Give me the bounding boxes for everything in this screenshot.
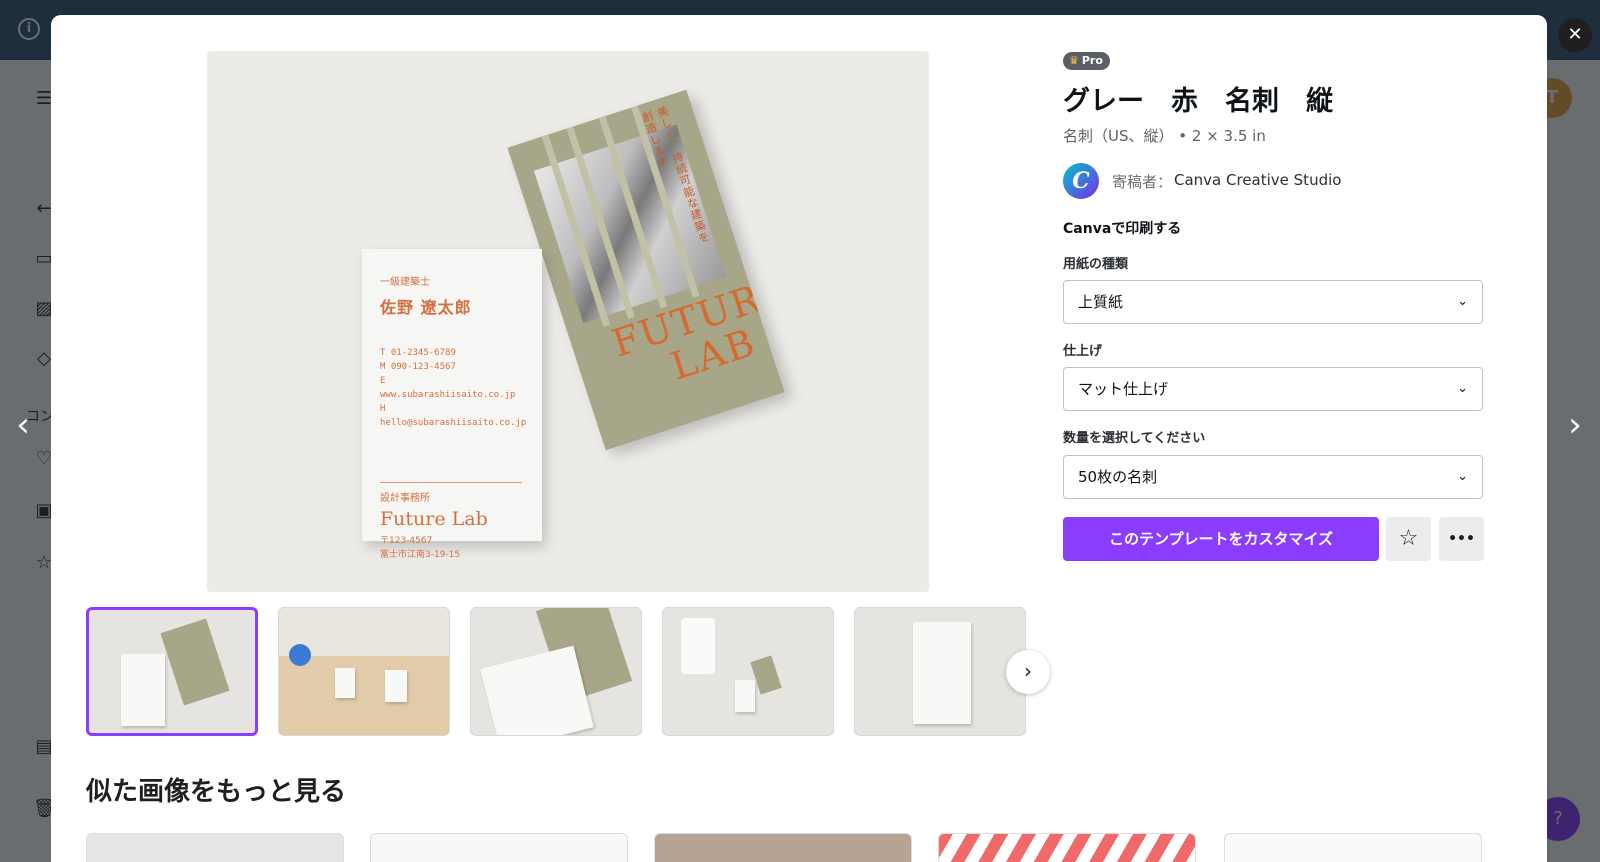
paper-type-value: 上質紙 [1078, 293, 1124, 311]
thumbnail-5[interactable] [854, 607, 1026, 736]
similar-template-5[interactable] [1224, 833, 1482, 862]
thumbnail-2[interactable] [278, 607, 450, 736]
thumb-card-front [480, 645, 594, 735]
card-divider [380, 482, 522, 483]
card-name: 佐野 遼太郎 [380, 298, 472, 317]
contributor-prefix: 寄稿者： [1112, 173, 1173, 191]
finish-label: 仕上げ [1063, 344, 1103, 359]
contributor-name-link[interactable]: Canva Creative Studio [1174, 171, 1341, 189]
thumbnail-1[interactable] [86, 607, 258, 736]
main-preview-image: 美しく、持続可能な建築を 創造します FUTURE LAB 一級建築士 佐野 遼… [207, 51, 929, 592]
similar-templates-strip [86, 833, 1486, 862]
card-address: 富士市江南3-19-15 [380, 550, 461, 560]
chevron-down-icon: ⌄ [1457, 381, 1468, 396]
card-website: E www.subarashiisaito.co.jp [380, 376, 516, 400]
thumbnail-4[interactable] [662, 607, 834, 736]
thumb-card-front [735, 680, 755, 712]
contributor-logo[interactable]: C [1063, 163, 1099, 199]
pro-badge: ♛ Pro [1063, 52, 1110, 70]
thumb-card-stack [385, 670, 407, 702]
thumbnail-next-button[interactable]: › [1006, 650, 1050, 694]
business-card-back: 美しく、持続可能な建築を 創造します FUTURE LAB [507, 89, 785, 451]
card-mobile: M 090-123-4567 [380, 362, 456, 372]
print-heading: Canvaで印刷する [1063, 221, 1182, 237]
finish-value: マット仕上げ [1078, 380, 1169, 398]
card-email: H hello@subarashiisaito.co.jp [380, 404, 527, 428]
template-title: グレー 赤 名刺 縦 [1063, 86, 1333, 117]
template-detail-modal: 美しく、持続可能な建築を 創造します FUTURE LAB 一級建築士 佐野 遼… [51, 15, 1547, 862]
quantity-label: 数量を選択してください [1063, 431, 1206, 446]
thumb-card-front [335, 668, 355, 698]
next-template-button[interactable]: › [1560, 408, 1590, 446]
card-phone: T 01-2345-6789 [380, 348, 456, 358]
previous-template-button[interactable]: ‹ [8, 408, 38, 446]
thumbnail-strip [86, 607, 1071, 737]
business-card-front: 一級建築士 佐野 遼太郎 T 01-2345-6789 M 090-123-45… [362, 249, 542, 560]
crown-icon: ♛ [1069, 54, 1079, 67]
similar-template-3[interactable] [654, 833, 912, 862]
favorite-star-icon[interactable]: ☆ [1386, 517, 1431, 561]
card-job-title: 一級建築士 [380, 277, 430, 288]
thumb-clip [289, 644, 311, 666]
template-subtitle: 名刺（US、縦） • 2 × 3.5 in [1063, 127, 1266, 145]
more-options-icon[interactable]: ••• [1439, 517, 1484, 561]
chevron-down-icon: ⌄ [1457, 469, 1468, 484]
card-office: 設計事務所 [380, 493, 430, 504]
thumb-card-back [160, 618, 230, 706]
chevron-down-icon: ⌄ [1457, 294, 1468, 309]
customize-template-button[interactable]: このテンプレートをカスタマイズ [1063, 517, 1379, 561]
card-logo: Future Lab [380, 508, 488, 530]
quantity-select[interactable]: 50枚の名刺 ⌄ [1063, 455, 1483, 499]
thumb-card-front [913, 622, 971, 724]
card-contacts: T 01-2345-6789 M 090-123-4567 E www.suba… [380, 346, 526, 430]
similar-template-4[interactable] [938, 833, 1196, 862]
thumb-pen-cup [681, 618, 715, 674]
thumbnail-3[interactable] [470, 607, 642, 736]
paper-type-label: 用紙の種類 [1063, 257, 1129, 272]
similar-section-title: 似た画像をもっと見る [86, 777, 347, 807]
paper-type-select[interactable]: 上質紙 ⌄ [1063, 280, 1483, 324]
quantity-value: 50枚の名刺 [1078, 468, 1158, 486]
close-button[interactable]: ✕ [1558, 18, 1592, 52]
card-postal: 〒123-4567 [380, 536, 433, 546]
similar-template-2[interactable] [370, 833, 628, 862]
similar-template-1[interactable] [86, 833, 344, 862]
thumb-card-front [121, 654, 165, 726]
finish-select[interactable]: マット仕上げ ⌄ [1063, 367, 1483, 411]
pro-label: Pro [1081, 54, 1103, 67]
